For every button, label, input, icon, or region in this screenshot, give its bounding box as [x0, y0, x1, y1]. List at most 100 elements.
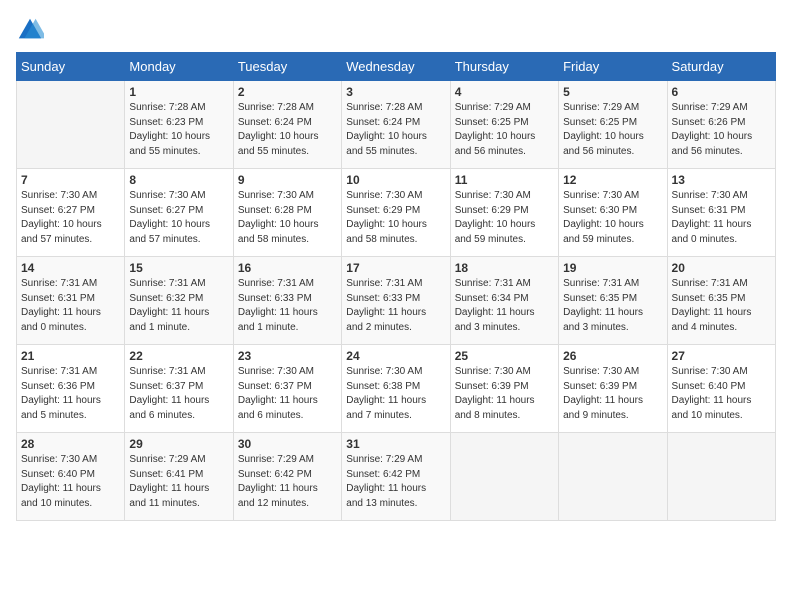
calendar-cell: 6Sunrise: 7:29 AM Sunset: 6:26 PM Daylig…: [667, 81, 775, 169]
calendar-cell: 8 Sunrise: 7:30 AM Sunset: 6:27 PM Daylig…: [125, 169, 233, 257]
day-info: Sunrise: 7:30 AM Sunset: 6:27 PM Dayligh…: [21, 189, 120, 247]
calendar-header: SundayMondayTuesdayWednesdayThursdayFrid…: [17, 53, 776, 81]
day-info: Sunrise: 7:31 AM Sunset: 6:32 PM Dayligh…: [129, 277, 228, 335]
day-info: Sunrise: 7:28 AM Sunset: 6:24 PM Dayligh…: [238, 101, 337, 159]
calendar-cell: 10 Sunrise: 7:30 AM Sunset: 6:29 PM Dayli…: [342, 169, 450, 257]
weekday-header: Thursday: [450, 53, 558, 81]
calendar-cell: 5 Sunrise: 7:29 AM Sunset: 6:25 PM Daylig…: [559, 81, 667, 169]
day-info: Sunrise: 7:31 AM Sunset: 6:35 PM Dayligh…: [563, 277, 662, 335]
day-info: Sunrise: 7:29 AM Sunset: 6:41 PM Dayligh…: [129, 453, 228, 511]
calendar-cell: 3Sunrise: 7:28 AM Sunset: 6:24 PM Daylig…: [342, 81, 450, 169]
calendar-cell: 1 Sunrise: 7:28 AM Sunset: 6:23 PM Daylig…: [125, 81, 233, 169]
day-number: 12: [563, 173, 662, 187]
calendar-cell: 12Sunrise: 7:30 AM Sunset: 6:30 PM Dayli…: [559, 169, 667, 257]
day-info: Sunrise: 7:28 AM Sunset: 6:24 PM Dayligh…: [346, 101, 445, 159]
day-info: Sunrise: 7:30 AM Sunset: 6:37 PM Dayligh…: [238, 365, 337, 423]
day-number: 30: [238, 437, 337, 451]
day-info: Sunrise: 7:30 AM Sunset: 6:39 PM Dayligh…: [455, 365, 554, 423]
calendar-cell: 30 Sunrise: 7:29 AM Sunset: 6:42 PM Dayli…: [233, 433, 341, 521]
day-info: Sunrise: 7:29 AM Sunset: 6:42 PM Dayligh…: [238, 453, 337, 511]
calendar-cell: 11Sunrise: 7:30 AM Sunset: 6:29 PM Dayli…: [450, 169, 558, 257]
calendar-cell: 21Sunrise: 7:31 AM Sunset: 6:36 PM Dayli…: [17, 345, 125, 433]
calendar-cell: 13Sunrise: 7:30 AM Sunset: 6:31 PM Dayli…: [667, 169, 775, 257]
weekday-header: Sunday: [17, 53, 125, 81]
day-number: 15: [129, 261, 228, 275]
day-number: 26: [563, 349, 662, 363]
calendar-week-row: 1 Sunrise: 7:28 AM Sunset: 6:23 PM Daylig…: [17, 81, 776, 169]
day-info: Sunrise: 7:31 AM Sunset: 6:33 PM Dayligh…: [238, 277, 337, 335]
day-number: 6: [672, 85, 771, 99]
page-header: [16, 16, 776, 44]
day-info: Sunrise: 7:31 AM Sunset: 6:33 PM Dayligh…: [346, 277, 445, 335]
calendar-cell: 7 Sunrise: 7:30 AM Sunset: 6:27 PM Daylig…: [17, 169, 125, 257]
calendar-cell: 26Sunrise: 7:30 AM Sunset: 6:39 PM Dayli…: [559, 345, 667, 433]
day-info: Sunrise: 7:29 AM Sunset: 6:25 PM Dayligh…: [455, 101, 554, 159]
day-number: 7: [21, 173, 120, 187]
calendar-cell: 17 Sunrise: 7:31 AM Sunset: 6:33 PM Dayli…: [342, 257, 450, 345]
day-info: Sunrise: 7:29 AM Sunset: 6:42 PM Dayligh…: [346, 453, 445, 511]
day-number: 8: [129, 173, 228, 187]
day-number: 1: [129, 85, 228, 99]
calendar-cell: 27 Sunrise: 7:30 AM Sunset: 6:40 PM Dayli…: [667, 345, 775, 433]
day-info: Sunrise: 7:30 AM Sunset: 6:27 PM Dayligh…: [129, 189, 228, 247]
calendar-cell: 31 Sunrise: 7:29 AM Sunset: 6:42 PM Dayli…: [342, 433, 450, 521]
calendar-cell: 4 Sunrise: 7:29 AM Sunset: 6:25 PM Daylig…: [450, 81, 558, 169]
day-info: Sunrise: 7:30 AM Sunset: 6:29 PM Dayligh…: [346, 189, 445, 247]
day-info: Sunrise: 7:30 AM Sunset: 6:28 PM Dayligh…: [238, 189, 337, 247]
calendar-cell: 15 Sunrise: 7:31 AM Sunset: 6:32 PM Dayli…: [125, 257, 233, 345]
calendar-week-row: 14 Sunrise: 7:31 AM Sunset: 6:31 PM Dayli…: [17, 257, 776, 345]
day-number: 24: [346, 349, 445, 363]
day-number: 23: [238, 349, 337, 363]
logo-icon: [16, 16, 44, 44]
day-number: 18: [455, 261, 554, 275]
weekday-header: Wednesday: [342, 53, 450, 81]
day-number: 31: [346, 437, 445, 451]
calendar-cell: 2Sunrise: 7:28 AM Sunset: 6:24 PM Daylig…: [233, 81, 341, 169]
calendar-cell: 24 Sunrise: 7:30 AM Sunset: 6:38 PM Dayli…: [342, 345, 450, 433]
day-number: 28: [21, 437, 120, 451]
calendar-cell: 14 Sunrise: 7:31 AM Sunset: 6:31 PM Dayli…: [17, 257, 125, 345]
calendar-cell: [17, 81, 125, 169]
calendar-week-row: 7 Sunrise: 7:30 AM Sunset: 6:27 PM Daylig…: [17, 169, 776, 257]
day-number: 10: [346, 173, 445, 187]
day-number: 29: [129, 437, 228, 451]
day-number: 21: [21, 349, 120, 363]
calendar-cell: 22Sunrise: 7:31 AM Sunset: 6:37 PM Dayli…: [125, 345, 233, 433]
calendar-body: 1 Sunrise: 7:28 AM Sunset: 6:23 PM Daylig…: [17, 81, 776, 521]
day-number: 5: [563, 85, 662, 99]
calendar-table: SundayMondayTuesdayWednesdayThursdayFrid…: [16, 52, 776, 521]
calendar-cell: 25 Sunrise: 7:30 AM Sunset: 6:39 PM Dayli…: [450, 345, 558, 433]
calendar-cell: [667, 433, 775, 521]
day-number: 17: [346, 261, 445, 275]
calendar-cell: 19Sunrise: 7:31 AM Sunset: 6:35 PM Dayli…: [559, 257, 667, 345]
day-info: Sunrise: 7:30 AM Sunset: 6:38 PM Dayligh…: [346, 365, 445, 423]
day-number: 4: [455, 85, 554, 99]
calendar-week-row: 21Sunrise: 7:31 AM Sunset: 6:36 PM Dayli…: [17, 345, 776, 433]
day-info: Sunrise: 7:29 AM Sunset: 6:25 PM Dayligh…: [563, 101, 662, 159]
day-number: 13: [672, 173, 771, 187]
weekday-header: Tuesday: [233, 53, 341, 81]
day-info: Sunrise: 7:28 AM Sunset: 6:23 PM Dayligh…: [129, 101, 228, 159]
day-number: 14: [21, 261, 120, 275]
calendar-cell: 20 Sunrise: 7:31 AM Sunset: 6:35 PM Dayli…: [667, 257, 775, 345]
day-info: Sunrise: 7:31 AM Sunset: 6:31 PM Dayligh…: [21, 277, 120, 335]
calendar-cell: 28 Sunrise: 7:30 AM Sunset: 6:40 PM Dayli…: [17, 433, 125, 521]
day-info: Sunrise: 7:31 AM Sunset: 6:35 PM Dayligh…: [672, 277, 771, 335]
day-number: 20: [672, 261, 771, 275]
day-number: 9: [238, 173, 337, 187]
day-number: 22: [129, 349, 228, 363]
weekday-header: Friday: [559, 53, 667, 81]
calendar-cell: 18 Sunrise: 7:31 AM Sunset: 6:34 PM Dayli…: [450, 257, 558, 345]
calendar-cell: 29 Sunrise: 7:29 AM Sunset: 6:41 PM Dayli…: [125, 433, 233, 521]
day-info: Sunrise: 7:31 AM Sunset: 6:34 PM Dayligh…: [455, 277, 554, 335]
day-number: 25: [455, 349, 554, 363]
weekday-header: Monday: [125, 53, 233, 81]
day-info: Sunrise: 7:30 AM Sunset: 6:40 PM Dayligh…: [21, 453, 120, 511]
day-number: 16: [238, 261, 337, 275]
calendar-cell: 23 Sunrise: 7:30 AM Sunset: 6:37 PM Dayli…: [233, 345, 341, 433]
header-row: SundayMondayTuesdayWednesdayThursdayFrid…: [17, 53, 776, 81]
day-number: 27: [672, 349, 771, 363]
day-info: Sunrise: 7:30 AM Sunset: 6:40 PM Dayligh…: [672, 365, 771, 423]
calendar-cell: 16 Sunrise: 7:31 AM Sunset: 6:33 PM Dayli…: [233, 257, 341, 345]
calendar-cell: [559, 433, 667, 521]
